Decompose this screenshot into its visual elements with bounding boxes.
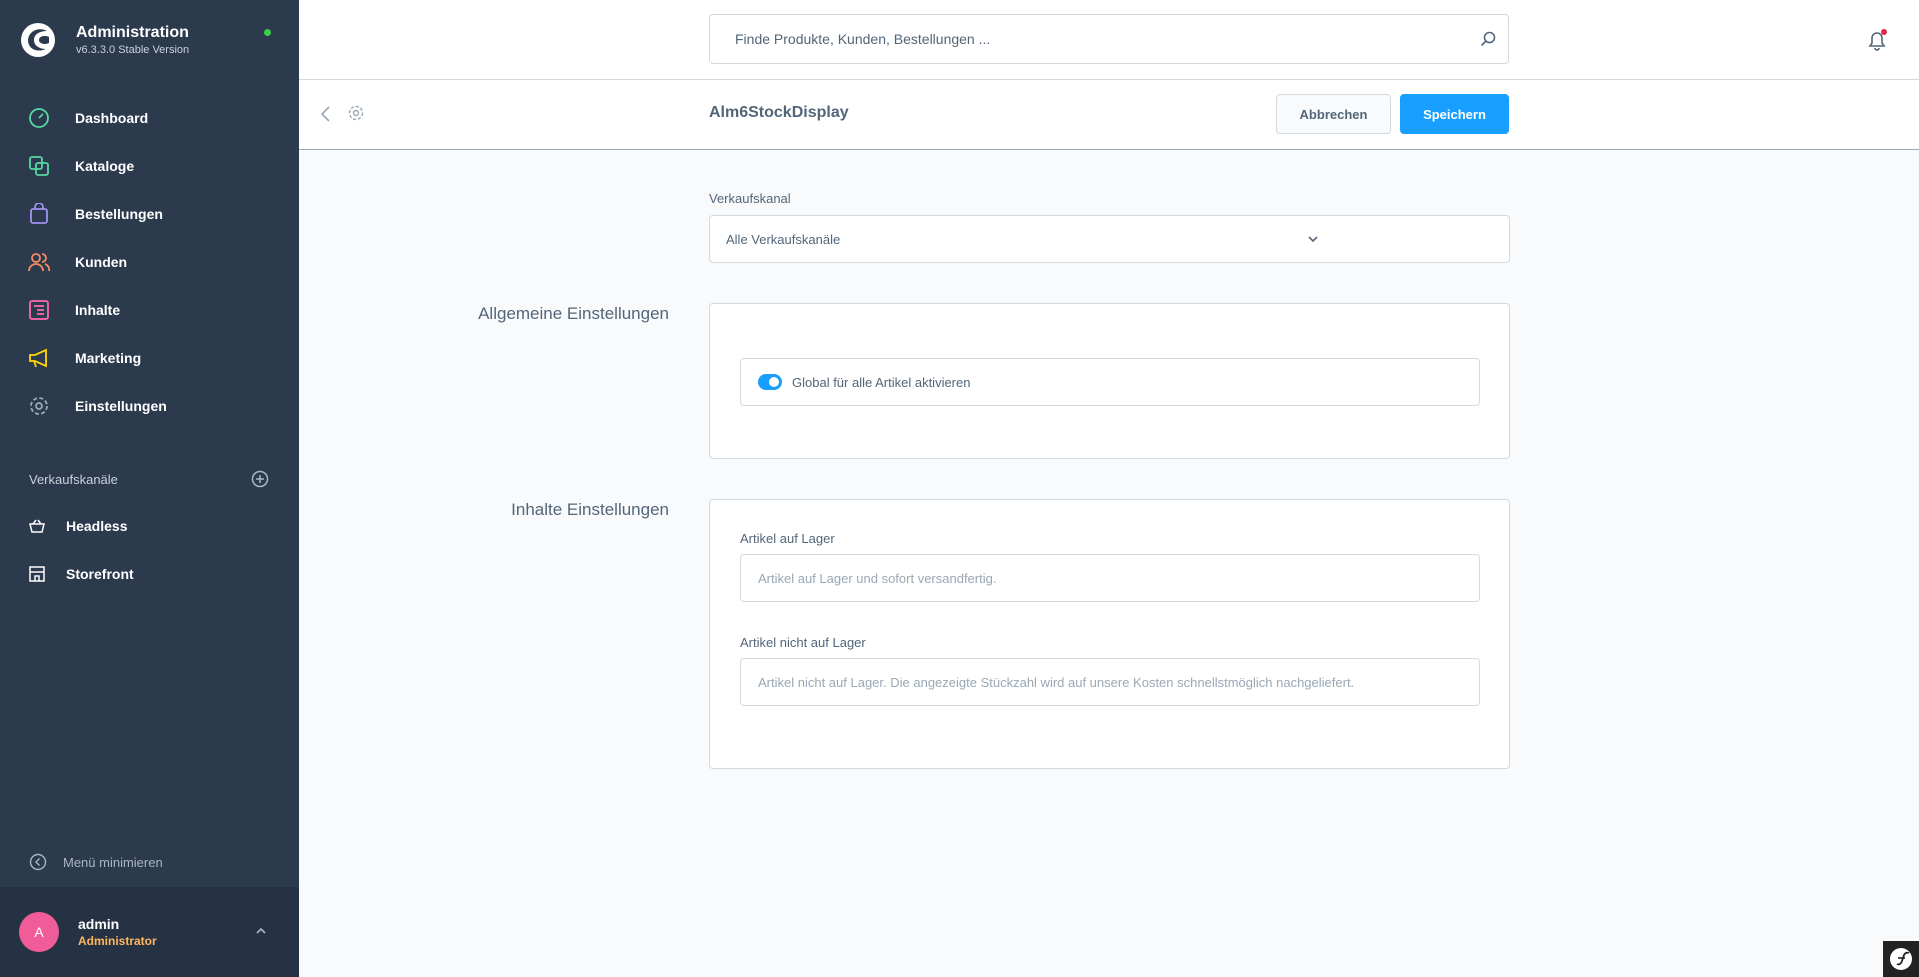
global-activation-field: Global für alle Artikel aktivieren	[740, 358, 1480, 406]
chevron-up-icon[interactable]	[255, 925, 267, 937]
add-sales-channel-icon[interactable]	[251, 470, 269, 488]
main-navigation: Dashboard Kataloge Bestellungen Kunden I…	[0, 94, 299, 430]
back-arrow-icon[interactable]	[319, 105, 333, 123]
smart-bar: Alm6StockDisplay Abbrechen Speichern	[299, 80, 1919, 150]
brand: Administration v6.3.3.0 Stable Version	[20, 22, 189, 58]
chevron-down-icon	[1118, 233, 1510, 245]
shopping-bag-icon	[28, 203, 50, 225]
brand-version: v6.3.3.0 Stable Version	[76, 44, 190, 56]
sales-channel-headless[interactable]: Headless	[0, 502, 299, 550]
save-button[interactable]: Speichern	[1400, 94, 1509, 134]
sidebar-item-label: Bestellungen	[75, 206, 163, 222]
sales-channel-label: Verkaufskanal	[709, 191, 791, 206]
sidebar-item-dashboard[interactable]: Dashboard	[0, 94, 299, 142]
sales-channel-storefront[interactable]: Storefront	[0, 550, 299, 598]
symfony-toolbar-icon[interactable]	[1883, 941, 1919, 977]
storefront-icon	[29, 566, 45, 582]
global-activation-toggle[interactable]	[758, 374, 782, 390]
sidebar-item-label: Inhalte	[75, 302, 121, 318]
top-bar: Finde Produkte, Kunden, Bestellungen ...	[299, 0, 1919, 80]
global-activation-label: Global für alle Artikel aktivieren	[792, 374, 971, 390]
sidebar-item-label: Dashboard	[75, 110, 149, 126]
online-status-dot	[264, 29, 271, 36]
page-title: Alm6StockDisplay	[709, 104, 849, 121]
brand-title: Administration	[76, 24, 189, 41]
shopware-logo-icon	[21, 23, 55, 57]
content-settings-card: Artikel auf Lager Artikel nicht auf Lage…	[709, 499, 1510, 769]
out-of-stock-label: Artikel nicht auf Lager	[740, 635, 866, 650]
chevron-left-circle-icon	[29, 853, 47, 871]
users-icon	[28, 251, 50, 273]
sidebar-item-orders[interactable]: Bestellungen	[0, 190, 299, 238]
sidebar-item-settings[interactable]: Einstellungen	[0, 382, 299, 430]
sidebar-item-label: Marketing	[75, 350, 142, 366]
module-settings-icon[interactable]	[347, 104, 365, 122]
sidebar-item-label: Kunden	[75, 254, 128, 270]
avatar: A	[19, 912, 59, 952]
sidebar: Administration v6.3.3.0 Stable Version D…	[0, 0, 299, 977]
user-info: admin Administrator	[78, 915, 157, 949]
sidebar-item-catalogs[interactable]: Kataloge	[0, 142, 299, 190]
minimize-menu-button[interactable]: Menü minimieren	[29, 853, 163, 871]
out-of-stock-input[interactable]	[740, 658, 1480, 706]
gear-icon	[28, 395, 50, 417]
sales-channels-header: Verkaufskanäle	[29, 470, 269, 488]
global-search[interactable]: Finde Produkte, Kunden, Bestellungen ...	[709, 14, 1509, 64]
cancel-button[interactable]: Abbrechen	[1276, 94, 1391, 134]
sidebar-item-label: Kataloge	[75, 158, 135, 174]
sales-channels-title: Verkaufskanäle	[29, 471, 118, 487]
in-stock-input[interactable]	[740, 554, 1480, 602]
sidebar-item-customers[interactable]: Kunden	[0, 238, 299, 286]
megaphone-icon	[28, 347, 50, 369]
content-icon	[28, 299, 50, 321]
user-bar[interactable]: A admin Administrator	[0, 887, 299, 977]
in-stock-label: Artikel auf Lager	[740, 531, 835, 546]
user-name: admin	[78, 916, 120, 932]
search-icon[interactable]	[1468, 31, 1508, 47]
general-settings-title: Allgemeine Einstellungen	[478, 304, 669, 323]
sidebar-item-marketing[interactable]: Marketing	[0, 334, 299, 382]
user-role: Administrator	[78, 934, 157, 948]
sidebar-item-label: Einstellungen	[75, 398, 167, 414]
minimize-menu-label: Menü minimieren	[63, 854, 163, 870]
sidebar-item-content[interactable]: Inhalte	[0, 286, 299, 334]
brand-text: Administration v6.3.3.0 Stable Version	[76, 23, 189, 57]
gauge-icon	[28, 107, 50, 129]
general-settings-card: Global für alle Artikel aktivieren	[709, 303, 1510, 459]
basket-icon	[29, 519, 45, 533]
notifications-bell-icon[interactable]	[1865, 28, 1889, 57]
catalog-icon	[28, 155, 50, 177]
content-settings-title: Inhalte Einstellungen	[511, 500, 669, 519]
search-input[interactable]: Finde Produkte, Kunden, Bestellungen ...	[735, 31, 1468, 47]
sales-channel-selected-value: Alle Verkaufskanäle	[726, 231, 841, 247]
sales-channel-label: Headless	[66, 518, 128, 534]
sales-channel-select[interactable]: Alle Verkaufskanäle	[709, 215, 1510, 263]
sales-channel-label: Storefront	[66, 566, 134, 582]
sales-channels-list: Headless Storefront	[0, 502, 299, 598]
